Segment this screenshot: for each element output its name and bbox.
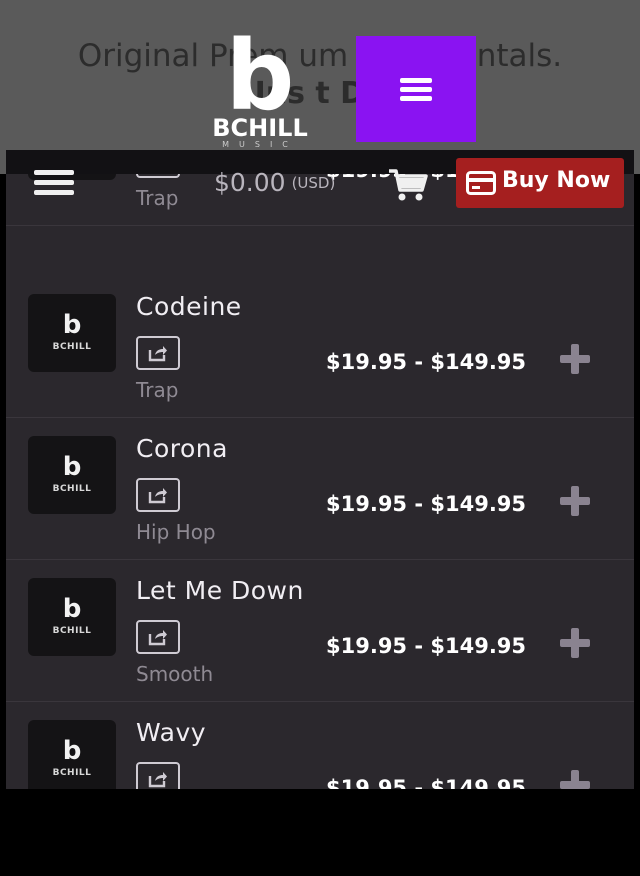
logo-brand: BCHILL bbox=[212, 114, 308, 142]
track-genre[interactable]: Trap bbox=[136, 378, 178, 402]
share-icon bbox=[148, 488, 167, 504]
hamburger-icon-bar bbox=[400, 96, 432, 101]
hamburger-icon bbox=[400, 78, 432, 83]
track-title[interactable]: Wavy bbox=[136, 718, 206, 747]
site-header: Original Prem um Rap mentals. Ins t De b… bbox=[0, 0, 640, 174]
share-button[interactable] bbox=[136, 762, 180, 789]
share-icon bbox=[148, 346, 167, 362]
plus-icon[interactable] bbox=[558, 768, 592, 789]
hamburger-icon-bar bbox=[34, 190, 74, 195]
tagline-line-2: Ins t De bbox=[254, 76, 386, 111]
track-price: $19.95 - $149.95 bbox=[326, 350, 527, 374]
track-title[interactable]: Corona bbox=[136, 434, 228, 463]
share-button[interactable] bbox=[136, 478, 180, 512]
hamburger-icon-bar bbox=[400, 87, 432, 92]
track-thumbnail[interactable]: b BCHILL bbox=[28, 436, 116, 514]
track-thumbnail[interactable]: b BCHILL bbox=[28, 720, 116, 789]
credit-card-icon bbox=[466, 171, 496, 195]
track-list: b BCHILL Trap $19.95 - $149.95 b BCHILL … bbox=[6, 150, 634, 789]
track-row[interactable]: b BCHILL Wavy $19.95 - $149.95 bbox=[6, 702, 634, 789]
cart-currency: (USD) bbox=[291, 174, 336, 192]
cart-total-amount: $0.00 bbox=[214, 168, 286, 197]
share-icon bbox=[148, 630, 167, 646]
logo-letter: b bbox=[225, 20, 295, 132]
logo-subtitle: MUSIC bbox=[222, 140, 298, 149]
cart-total[interactable]: $0.00 (USD) bbox=[214, 168, 335, 197]
hamburger-icon-bar bbox=[34, 180, 74, 185]
hamburger-icon-bar bbox=[34, 170, 74, 175]
thumbnail-logo-brand: BCHILL bbox=[52, 626, 92, 636]
thumbnail-logo-letter: b bbox=[62, 310, 82, 340]
track-thumbnail[interactable]: b BCHILL bbox=[28, 294, 116, 372]
track-title[interactable]: Let Me Down bbox=[136, 576, 304, 605]
thumbnail-logo-letter: b bbox=[62, 452, 82, 482]
thumbnail-logo-brand: BCHILL bbox=[52, 768, 92, 778]
share-icon bbox=[148, 772, 167, 788]
thumbnail-logo-letter: b bbox=[62, 594, 82, 624]
track-row[interactable]: b BCHILL Corona Hip Hop $19.95 - $149.95 bbox=[6, 418, 634, 560]
share-button[interactable] bbox=[136, 336, 180, 370]
track-genre[interactable]: Trap bbox=[136, 186, 178, 210]
bottom-blank-area bbox=[0, 789, 640, 876]
plus-icon[interactable] bbox=[558, 484, 592, 518]
hamburger-icon[interactable] bbox=[34, 170, 74, 198]
thumbnail-logo-brand: BCHILL bbox=[52, 484, 92, 494]
track-genre[interactable]: Hip Hop bbox=[136, 520, 216, 544]
thumbnail-logo-letter: b bbox=[62, 736, 82, 766]
site-logo[interactable]: b BCHILL MUSIC bbox=[204, 28, 316, 150]
menu-button[interactable] bbox=[356, 36, 476, 142]
plus-icon[interactable] bbox=[558, 342, 592, 376]
thumbnail-logo-brand: BCHILL bbox=[52, 342, 92, 352]
buy-now-button[interactable]: Buy Now bbox=[456, 158, 624, 208]
track-price: $19.95 - $149.95 bbox=[326, 492, 527, 516]
track-price: $19.95 - $149.95 bbox=[326, 634, 527, 658]
buy-now-label: Buy Now bbox=[502, 168, 611, 193]
track-row[interactable]: b BCHILL Let Me Down Smooth $19.95 - $14… bbox=[6, 560, 634, 702]
track-row[interactable]: b BCHILL Codeine Trap $19.95 - $149.95 bbox=[6, 276, 634, 418]
plus-icon[interactable] bbox=[558, 626, 592, 660]
share-button[interactable] bbox=[136, 620, 180, 654]
cart-icon[interactable] bbox=[388, 168, 428, 206]
track-price: $19.95 - $149.95 bbox=[326, 776, 527, 789]
track-thumbnail[interactable]: b BCHILL bbox=[28, 578, 116, 656]
track-title[interactable]: Codeine bbox=[136, 292, 242, 321]
track-genre[interactable]: Smooth bbox=[136, 662, 213, 686]
tagline-line-1: Original Prem um Rap mentals. bbox=[77, 38, 563, 74]
